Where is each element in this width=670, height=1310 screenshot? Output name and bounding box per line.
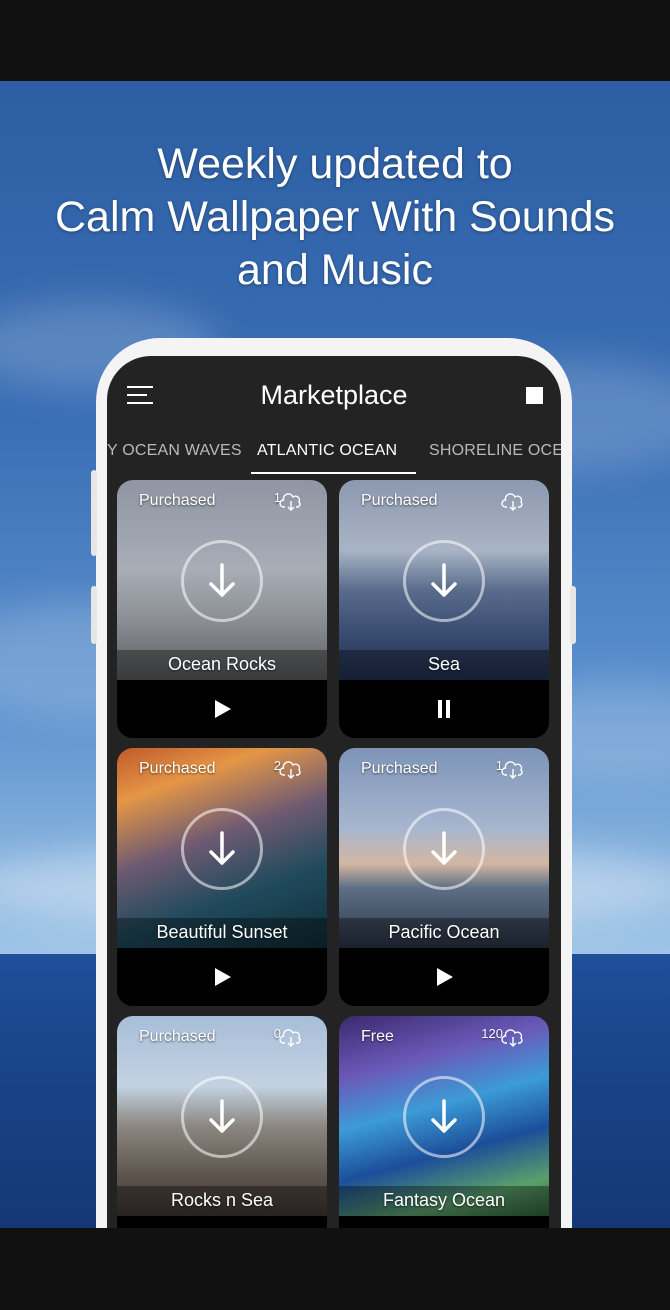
playback-bar [339,948,549,1006]
promo-headline: Weekly updated to Calm Wallpaper With So… [0,138,670,297]
download-count-badge: 0 [263,1026,303,1050]
download-arrow-icon [209,563,235,597]
bottom-letterbox [0,1228,670,1310]
download-button[interactable] [181,540,263,622]
card-status-label: Purchased [139,1028,216,1045]
wallpaper-card[interactable]: Free 120 Fantasy Ocean [339,1016,549,1228]
wallpaper-name: Fantasy Ocean [382,1190,506,1210]
wallpaper-name: Sea [427,654,461,674]
card-status-label: Purchased [139,760,216,777]
wallpaper-card[interactable]: Purchased 1 Pacific Ocean [339,748,549,1006]
headline-line-2: Calm Wallpaper With Sounds [54,193,615,241]
download-arrow-icon [209,1099,235,1133]
active-tab-indicator [251,472,416,474]
download-count-badge: 2 [263,758,303,782]
card-status-label: Purchased [361,492,438,509]
wallpaper-card[interactable]: Purchased 1 Ocean Rocks [117,480,327,738]
wallpaper-name: Ocean Rocks [167,654,277,674]
playback-bar [339,680,549,738]
headline-line-3: and Music [237,246,433,294]
cloud-download-icon [501,761,523,779]
download-button[interactable] [181,1076,263,1158]
phone-power-button [570,586,576,644]
cloud-download-icon [279,1029,301,1047]
category-tabs: Y OCEAN WAVES ATLANTIC OCEAN SHORELINE O… [107,436,561,474]
download-count-badge: 1 [263,490,303,514]
playback-bar [117,680,327,738]
download-button[interactable] [181,808,263,890]
tab-shoreline-ocean[interactable]: SHORELINE OCEA [429,442,561,460]
pause-icon[interactable] [433,699,455,719]
card-status-label: Purchased [361,760,438,777]
download-count-badge: 120 [481,1026,525,1050]
play-icon[interactable] [211,699,233,719]
download-button[interactable] [403,808,485,890]
wallpaper-name: Pacific Ocean [388,922,500,942]
stop-icon[interactable] [526,387,543,404]
app-bar: Marketplace [107,356,561,436]
headline-line-1: Weekly updated to [157,140,513,188]
card-status-label: Free [361,1028,394,1045]
download-arrow-icon [209,831,235,865]
wallpaper-card[interactable]: Purchased 0 Rocks n Sea [117,1016,327,1228]
download-button[interactable] [403,1076,485,1158]
play-icon[interactable] [433,967,455,987]
app-screen: Marketplace Y OCEAN WAVES ATLANTIC OCEAN… [107,356,561,1228]
wallpaper-card[interactable]: Purchased 2 Beautiful Sunset [117,748,327,1006]
wallpaper-grid: Purchased 1 Ocean Rocks Purchased Sea Pu… [107,480,561,1228]
cloud-download-icon [501,1029,523,1047]
cloud-download-icon [279,493,301,511]
top-letterbox [0,0,670,81]
cloud-download-icon [279,761,301,779]
download-count-badge [485,490,525,514]
wallpaper-card[interactable]: Purchased Sea [339,480,549,738]
tab-atlantic-ocean[interactable]: ATLANTIC OCEAN [257,442,397,460]
phone-volume-button [91,470,97,556]
wallpaper-name: Rocks n Sea [170,1190,274,1210]
download-arrow-icon [431,563,457,597]
download-count: 120 [481,1026,503,1041]
playback-bar [117,948,327,1006]
card-status-label: Purchased [139,492,216,509]
download-arrow-icon [431,1099,457,1133]
wallpaper-name: Beautiful Sunset [156,922,288,942]
download-count-badge: 1 [485,758,525,782]
download-button[interactable] [403,540,485,622]
cloud-download-icon [501,493,523,511]
download-arrow-icon [431,831,457,865]
page-title: Marketplace [260,380,408,410]
tab-ocean-waves[interactable]: Y OCEAN WAVES [107,442,242,460]
play-icon[interactable] [211,967,233,987]
phone-side-button [91,586,97,644]
